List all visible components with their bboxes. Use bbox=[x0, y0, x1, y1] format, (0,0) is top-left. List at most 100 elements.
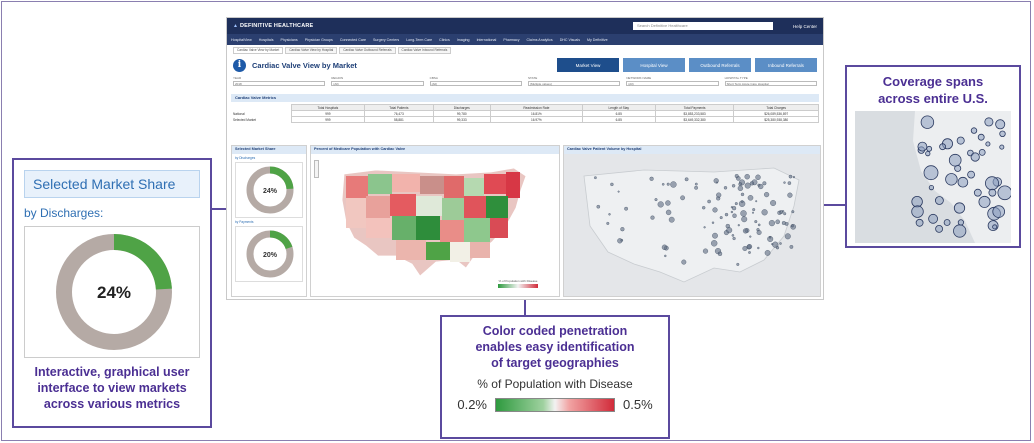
hospital-bubble bbox=[915, 218, 924, 227]
map-legend-bar bbox=[498, 284, 538, 288]
filter-region[interactable]: REGION (All) bbox=[331, 76, 424, 90]
table-cell: 999 bbox=[290, 116, 366, 123]
state-region bbox=[368, 174, 392, 194]
nav-item[interactable]: Pharmacy bbox=[503, 38, 519, 42]
filter-hospital-type[interactable]: HOSPITAL TYPE Short Term Acute Care Hospi… bbox=[724, 76, 817, 90]
nav-item[interactable]: Hospitals bbox=[259, 38, 274, 42]
tab-market[interactable]: Cardiac Valve View by Market bbox=[233, 47, 284, 54]
hospital-bubble bbox=[694, 185, 698, 190]
hospital-bubble bbox=[744, 182, 751, 189]
nav-item[interactable]: HospitalView bbox=[231, 38, 252, 42]
hospital-bubble bbox=[717, 251, 723, 256]
coverage-zoom-map[interactable] bbox=[855, 111, 1011, 243]
nav-item[interactable]: My Definitive bbox=[587, 38, 608, 42]
filter-select[interactable]: Short Term Acute Care Hospital bbox=[724, 81, 817, 86]
hospital-bubble bbox=[977, 133, 985, 141]
discharge-donut[interactable]: 24% bbox=[235, 162, 303, 218]
hospital-bubble bbox=[925, 150, 931, 157]
search-input[interactable]: Search Definitive Healthcare bbox=[632, 22, 773, 30]
hospital-bubble bbox=[920, 115, 935, 129]
legend-title: % of Population with Disease bbox=[477, 377, 633, 391]
tab-inbound[interactable]: Cardiac Valve Inbound Referrals bbox=[397, 47, 452, 54]
callout-market-caption: Interactive, graphical user interface to… bbox=[14, 364, 210, 412]
callout-donut-box[interactable]: 24% bbox=[24, 226, 200, 358]
filter-network[interactable]: NETWORK NAME (All) bbox=[626, 76, 719, 90]
us-choropleth-map[interactable]: % of Population with Disease bbox=[316, 156, 556, 296]
coverage-callout: Coverage spans across entire U.S. bbox=[845, 65, 1021, 248]
nav-item[interactable]: Imaging bbox=[457, 38, 470, 42]
hospital-bubble bbox=[973, 188, 982, 197]
hospital-bubble bbox=[970, 152, 980, 162]
hospital-bubble bbox=[764, 250, 771, 256]
hospital-bubble bbox=[775, 246, 780, 250]
filter-year[interactable]: YEAR 2018 bbox=[233, 76, 326, 90]
hospital-bubble bbox=[730, 206, 733, 209]
hospital-bubble bbox=[664, 254, 667, 258]
hospital-bubble-map[interactable] bbox=[564, 156, 819, 296]
hospital-bubble bbox=[953, 224, 967, 238]
hospital-bubble bbox=[748, 251, 751, 254]
filter-state[interactable]: STATE (Multiple values) bbox=[527, 76, 621, 90]
hospital-bubble bbox=[970, 127, 978, 134]
hospital-bubble bbox=[752, 211, 754, 214]
hospital-bubble bbox=[935, 196, 944, 205]
patient-volume-map-title: Cardiac Valve Patient Volume by Hospital bbox=[564, 146, 820, 154]
state-region bbox=[416, 216, 440, 240]
tab-outbound[interactable]: Cardiac Valve Outbound Referrals bbox=[339, 47, 396, 54]
caption-line: across various metrics bbox=[43, 397, 181, 411]
hospital-bubble bbox=[744, 174, 750, 180]
inbound-referrals-button[interactable]: Inbound Referrals bbox=[755, 58, 817, 72]
hospital-bubble bbox=[762, 181, 767, 186]
nav-item[interactable]: Connected Care bbox=[340, 38, 366, 42]
page-title: Cardiac Valve View by Market bbox=[252, 60, 357, 70]
hospital-bubble bbox=[730, 210, 734, 214]
filter-label: NETWORK NAME bbox=[626, 76, 652, 80]
state-region bbox=[490, 218, 508, 238]
hospital-bubble bbox=[926, 145, 933, 152]
state-region bbox=[486, 196, 508, 218]
hospital-bubble bbox=[617, 238, 623, 244]
tab-hospital[interactable]: Cardiac Valve View by Hospital bbox=[285, 47, 338, 54]
hospital-bubble bbox=[742, 246, 748, 251]
page-header: i Cardiac Valve View by Market Market Vi… bbox=[227, 54, 823, 76]
hospital-bubble bbox=[713, 178, 719, 184]
hospital-bubble bbox=[787, 192, 793, 198]
hospital-bubble bbox=[596, 204, 601, 209]
market-share-panel: Selected Market Share by Discharges 24% … bbox=[231, 145, 307, 297]
nav-item[interactable]: Long-Term Care bbox=[406, 38, 432, 42]
payment-donut[interactable]: 20% bbox=[235, 226, 303, 282]
nav-item[interactable]: Claims Analytics bbox=[527, 38, 553, 42]
hospital-bubble bbox=[732, 213, 737, 218]
state-region bbox=[470, 242, 490, 258]
nav-item[interactable]: International bbox=[477, 38, 497, 42]
hospital-bubble bbox=[738, 200, 746, 207]
caption-line: enables easy identification bbox=[475, 340, 635, 354]
table-cell: 16.97% bbox=[489, 116, 583, 123]
state-region bbox=[346, 198, 366, 228]
nav-item[interactable]: Physician Groups bbox=[305, 38, 333, 42]
info-icon[interactable]: i bbox=[233, 58, 246, 72]
hospital-bubble bbox=[788, 174, 793, 179]
legend-gradient bbox=[495, 397, 615, 412]
filter-select[interactable]: (All) bbox=[331, 81, 424, 86]
hospital-bubble bbox=[681, 259, 687, 265]
hospital-bubble bbox=[783, 181, 786, 184]
outbound-referrals-button[interactable]: Outbound Referrals bbox=[689, 58, 751, 72]
filter-select[interactable]: (All) bbox=[626, 81, 719, 86]
map-land bbox=[583, 167, 800, 283]
state-region bbox=[366, 218, 392, 238]
hospital-bubble bbox=[777, 210, 782, 215]
filter-select[interactable]: (All) bbox=[429, 81, 522, 86]
hospital-view-button[interactable]: Hospital View bbox=[623, 58, 685, 72]
hospital-bubble bbox=[680, 195, 685, 201]
caption-line: Interactive, graphical user bbox=[34, 365, 190, 379]
nav-item[interactable]: Physicians bbox=[281, 38, 298, 42]
nav-item[interactable]: Surgery Centers bbox=[373, 38, 399, 42]
filter-cbsa[interactable]: CBSA (All) bbox=[429, 76, 522, 90]
nav-item[interactable]: DHC Visuals bbox=[560, 38, 580, 42]
market-view-button[interactable]: Market View bbox=[557, 58, 619, 72]
filter-select[interactable]: (Multiple values) bbox=[527, 81, 621, 86]
filter-select[interactable]: 2018 bbox=[233, 81, 326, 86]
nav-item[interactable]: Clinics bbox=[439, 38, 450, 42]
help-center-link[interactable]: Help Center bbox=[793, 24, 817, 29]
